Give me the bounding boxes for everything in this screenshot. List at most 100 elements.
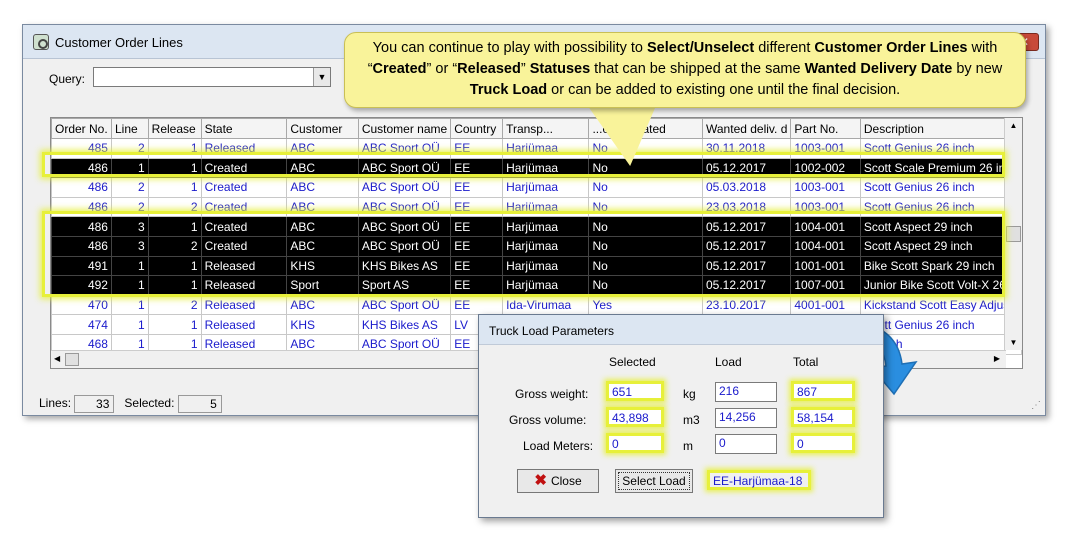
cell-date: 05.12.2017 (701, 157, 792, 179)
table-row[interactable]: 491 1 1 Released KHS KHS Bikes AS EE Harjümaa No… (51, 255, 1022, 277)
cell-order: 491 (51, 255, 112, 277)
cell-desc: Scott Aspect 29 inch (859, 216, 1022, 237)
cell-part: 1003-001 (790, 196, 861, 218)
table-row[interactable]: 492 1 1 Released Sport Sport AS EE Harjümaa No 05… (51, 275, 1022, 296)
cell-customer: KHS (286, 255, 359, 277)
callout-bold: Created (372, 61, 427, 77)
col-wanted-delivery[interactable]: Wanted deliv. d (701, 118, 792, 139)
cell-release: 2 (147, 235, 202, 257)
col-release[interactable]: Release (147, 118, 202, 139)
callout-text: that can be shipped at the same (590, 61, 805, 77)
cell-cname: Sport AS (357, 275, 452, 296)
cell-load: No (588, 275, 703, 296)
vertical-scroll-thumb[interactable] (1006, 226, 1021, 242)
table-row[interactable]: 486 2 1 Created ABC ABC Sport OÜ EE Harjümaa No 0… (51, 177, 1022, 198)
lines-label: Lines: (39, 396, 72, 411)
cell-state: Created (200, 196, 288, 218)
scroll-up-icon[interactable]: ▲ (1005, 121, 1022, 130)
load-meters-total: 0 (791, 433, 855, 453)
selected-count: 5 (177, 395, 222, 413)
gross-weight-unit: kg (683, 387, 696, 401)
scroll-left-icon[interactable]: ◀ (54, 354, 60, 363)
cell-date: 05.12.2017 (701, 216, 792, 237)
cell-release: 1 (147, 157, 202, 179)
table-row[interactable]: 485 2 1 Released ABC ABC Sport OÜ EE Harjümaa No… (51, 138, 1022, 159)
cell-country: EE (450, 138, 504, 159)
scroll-down-icon[interactable]: ▼ (1005, 338, 1022, 347)
callout-bold: Truck Load (469, 82, 548, 98)
cell-date: 05.12.2017 (701, 255, 792, 277)
col-customer[interactable]: Customer (286, 118, 359, 139)
cell-cname: ABC Sport OÜ (357, 294, 452, 316)
gross-weight-load-field[interactable]: 216 (715, 382, 777, 402)
chevron-down-icon[interactable]: ▼ (313, 68, 330, 86)
cell-order: 486 (51, 177, 112, 198)
gross-volume-selected: 43,898 (606, 407, 664, 427)
select-load-button[interactable]: Select Load (615, 469, 693, 493)
col-description[interactable]: Description (859, 118, 1022, 139)
cell-transp: Harjümaa (502, 216, 590, 237)
col-part-no[interactable]: Part No. (790, 118, 861, 139)
cell-order: 470 (51, 294, 112, 316)
table-row[interactable]: 470 1 2 Released ABC ABC Sport OÜ EE Ida-Viruma… (51, 294, 1022, 316)
col-customer-name[interactable]: Customer name (357, 118, 452, 139)
cell-load: No (588, 196, 703, 218)
close-button[interactable]: ✖ Close (517, 469, 599, 493)
callout-text: You can continue to play with possibilit… (372, 40, 647, 56)
cell-customer: ABC (286, 177, 359, 198)
cell-cname: ABC Sport OÜ (357, 196, 452, 218)
callout-bold: Select/Unselect (647, 40, 755, 56)
load-meters-load-field[interactable]: 0 (715, 434, 777, 454)
cell-country: EE (450, 157, 504, 179)
cell-release: 1 (147, 177, 202, 198)
cell-country: EE (450, 255, 504, 277)
cell-state: Released (200, 294, 288, 316)
cell-state: Created (200, 157, 288, 179)
callout-text: or can be added to existing one until th… (547, 82, 901, 98)
select-load-label: Select Load (618, 472, 690, 490)
gross-weight-total: 867 (791, 381, 855, 401)
col-transport[interactable]: Transp... (502, 118, 590, 139)
cell-part: 1004-001 (790, 235, 861, 257)
table-row[interactable]: 486 2 2 Created ABC ABC Sport OÜ EE Harjümaa No 2… (51, 196, 1022, 218)
cell-line: 2 (110, 177, 149, 198)
scroll-right-icon[interactable]: ▶ (994, 354, 1000, 363)
cell-country: EE (450, 294, 504, 316)
table-row[interactable]: 486 3 1 Created ABC ABC Sport OÜ EE Harjümaa No 0… (51, 216, 1022, 237)
col-order-no[interactable]: Order No. (51, 118, 112, 139)
cell-cname: ABC Sport OÜ (357, 138, 452, 159)
cell-transp: Harjümaa (502, 275, 590, 296)
col-state[interactable]: State (200, 118, 288, 139)
query-select[interactable]: ▼ (93, 67, 331, 87)
table-row[interactable]: 486 3 2 Created ABC ABC Sport OÜ EE Harjümaa No 0… (51, 235, 1022, 257)
callout-text: ” or “ (426, 61, 458, 77)
cell-country: EE (450, 216, 504, 237)
horizontal-scroll-thumb[interactable] (65, 353, 79, 366)
cell-date: 23.10.2017 (701, 294, 792, 316)
cell-customer: ABC (286, 157, 359, 179)
cell-date: 05.12.2017 (701, 275, 792, 296)
cell-state: Released (200, 255, 288, 277)
cell-release: 1 (147, 314, 202, 335)
col-line[interactable]: Line (110, 118, 149, 139)
cell-customer: ABC (286, 216, 359, 237)
resize-grip-icon[interactable]: ⋰ (1031, 400, 1041, 411)
cell-release: 2 (147, 294, 202, 316)
cell-order: 486 (51, 235, 112, 257)
cell-load: Yes (588, 294, 703, 316)
gross-volume-load-field[interactable]: 14,256 (715, 408, 777, 428)
cell-customer: ABC (286, 138, 359, 159)
cell-country: EE (450, 235, 504, 257)
load-meters-selected: 0 (606, 433, 664, 453)
table-row[interactable]: 486 1 1 Created ABC ABC Sport OÜ EE Harjümaa No 0… (51, 157, 1022, 179)
col-country[interactable]: Country (450, 118, 504, 139)
cell-line: 1 (110, 255, 149, 277)
cell-cname: ABC Sport OÜ (357, 157, 452, 179)
lines-count: 33 (74, 395, 115, 413)
cell-load: No (588, 235, 703, 257)
query-label: Query: (49, 72, 86, 86)
vertical-scrollbar[interactable]: ▲ ▼ (1004, 118, 1022, 350)
cell-cname: ABC Sport OÜ (357, 235, 452, 257)
cell-part: 1003-001 (790, 177, 861, 198)
cell-line: 1 (110, 157, 149, 179)
